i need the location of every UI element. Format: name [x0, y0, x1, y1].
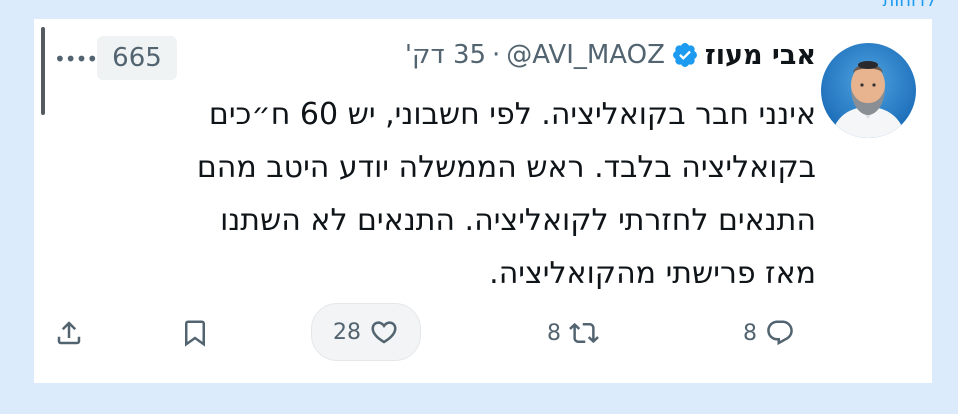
bookmark-button[interactable] [180, 307, 210, 359]
heart-icon [369, 317, 399, 347]
like-count: 28 [333, 319, 361, 345]
verified-badge-icon [671, 41, 699, 69]
author-name[interactable]: אבי מעוז [705, 40, 816, 71]
reply-icon [765, 318, 795, 348]
retweet-icon [569, 318, 599, 348]
like-button[interactable]: 28 [311, 303, 421, 361]
share-button[interactable] [54, 307, 84, 359]
tweet-card[interactable]: •••• 665 אבי מעוז @AVI_MAOZ · 35 דק' אינ… [34, 19, 932, 383]
retweet-button[interactable]: 8 [547, 307, 599, 359]
reply-count: 8 [743, 320, 757, 346]
retweet-count: 8 [547, 320, 561, 346]
top-link[interactable]: לדוחות [883, 0, 936, 11]
author-handle[interactable]: @AVI_MAOZ [506, 40, 665, 70]
avatar[interactable] [821, 43, 916, 138]
tweet-header: אבי מעוז @AVI_MAOZ · 35 דק' [405, 35, 816, 75]
tweet-text: אינני חבר בקואליציה. לפי חשבוני, יש 60 ח… [196, 97, 816, 291]
separator-dot: · [492, 40, 501, 70]
views-count-badge: 665 [97, 36, 177, 80]
reply-button[interactable]: 8 [743, 307, 795, 359]
more-options-icon[interactable]: •••• [54, 47, 98, 71]
bookmark-icon [180, 318, 210, 348]
post-time[interactable]: 35 דק' [405, 40, 486, 70]
share-icon [54, 318, 84, 348]
scrollbar-thumb[interactable] [41, 27, 45, 115]
